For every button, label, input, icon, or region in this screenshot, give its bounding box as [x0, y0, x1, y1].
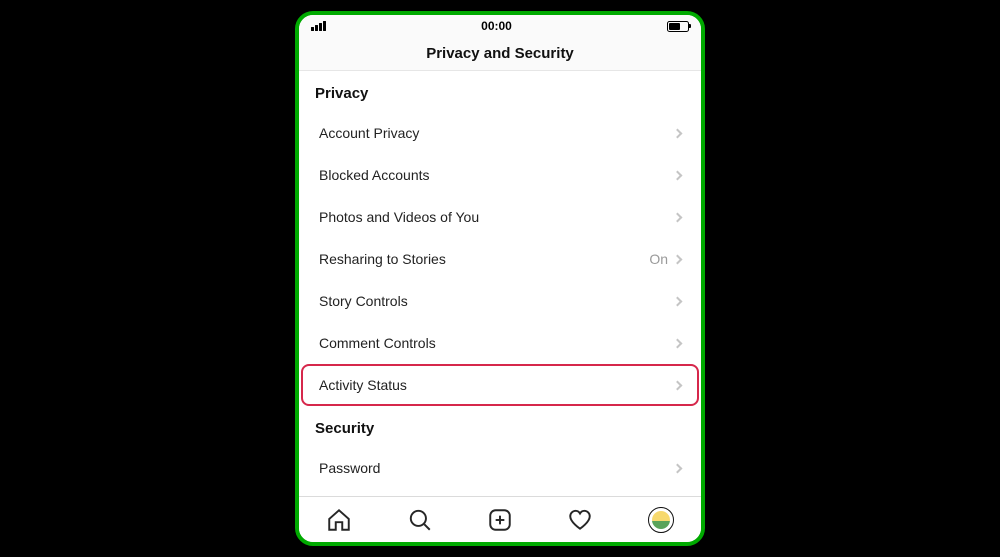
row-resharing-to-stories[interactable]: Resharing to Stories On — [301, 238, 699, 280]
row-label: Activity Status — [319, 377, 668, 393]
search-icon — [407, 507, 433, 533]
tab-add-post[interactable] — [472, 497, 528, 543]
heart-icon — [567, 507, 593, 533]
row-label: Password — [319, 460, 668, 476]
row-label: Comment Controls — [319, 335, 668, 351]
row-label: Story Controls — [319, 293, 668, 309]
row-comment-controls[interactable]: Comment Controls — [301, 322, 699, 364]
chevron-right-icon — [673, 338, 683, 348]
battery-icon — [667, 21, 689, 32]
row-label: Blocked Accounts — [319, 167, 668, 183]
row-photos-videos-of-you[interactable]: Photos and Videos of You — [301, 196, 699, 238]
row-label: Resharing to Stories — [319, 251, 649, 267]
status-bar-time: 00:00 — [481, 19, 512, 33]
chevron-right-icon — [673, 254, 683, 264]
signal-strength — [311, 21, 326, 31]
row-label: Account Privacy — [319, 125, 668, 141]
avatar — [648, 507, 674, 533]
chevron-right-icon — [673, 170, 683, 180]
page-title: Privacy and Security — [426, 45, 574, 62]
chevron-right-icon — [673, 212, 683, 222]
section-header-privacy: Privacy — [299, 71, 701, 112]
add-post-icon — [487, 507, 513, 533]
chevron-right-icon — [673, 463, 683, 473]
tab-search[interactable] — [392, 497, 448, 543]
cellular-signal-icon — [311, 21, 326, 31]
tab-profile[interactable] — [633, 497, 689, 543]
home-icon — [326, 507, 352, 533]
page-title-bar: Privacy and Security — [299, 37, 701, 71]
chevron-right-icon — [673, 128, 683, 138]
tab-activity[interactable] — [552, 497, 608, 543]
row-value: On — [649, 251, 668, 267]
settings-scroll-area[interactable]: Privacy Account Privacy Blocked Accounts… — [299, 71, 701, 496]
status-bar: 00:00 — [299, 15, 701, 37]
avatar-image — [652, 511, 670, 529]
tab-home[interactable] — [311, 497, 367, 543]
chevron-right-icon — [673, 380, 683, 390]
row-password[interactable]: Password — [301, 447, 699, 489]
chevron-right-icon — [673, 296, 683, 306]
row-blocked-accounts[interactable]: Blocked Accounts — [301, 154, 699, 196]
tab-bar — [299, 496, 701, 542]
row-account-privacy[interactable]: Account Privacy — [301, 112, 699, 154]
row-story-controls[interactable]: Story Controls — [301, 280, 699, 322]
row-activity-status[interactable]: Activity Status — [301, 364, 699, 406]
row-label: Photos and Videos of You — [319, 209, 668, 225]
battery-indicator — [667, 21, 689, 32]
row-saved-login-info[interactable]: Saved Login Info — [301, 489, 699, 496]
section-header-security: Security — [299, 406, 701, 447]
device-frame: 00:00 Privacy and Security Privacy Accou… — [295, 11, 705, 546]
